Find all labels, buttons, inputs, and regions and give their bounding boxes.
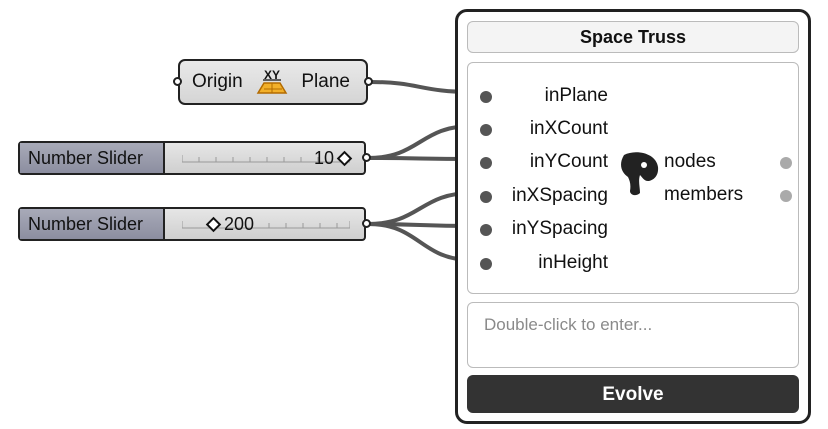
- output-grip[interactable]: [780, 157, 792, 169]
- code-input-box[interactable]: Double-click to enter...: [467, 302, 799, 368]
- plane-output-label: Plane: [301, 71, 350, 92]
- input-param-inycount[interactable]: inYCount: [468, 147, 608, 177]
- slider-handle-icon[interactable]: [205, 216, 222, 232]
- input-placeholder: Double-click to enter...: [484, 315, 653, 334]
- input-label: inXCount: [529, 118, 608, 139]
- slider-value-text: 200: [224, 214, 255, 234]
- origin-input-label: Origin: [192, 71, 243, 92]
- output-param-nodes[interactable]: nodes: [664, 147, 792, 177]
- input-param-inplane[interactable]: inPlane: [468, 81, 608, 111]
- xy-plane-icon: XY: [256, 68, 288, 94]
- input-param-inxcount[interactable]: inXCount: [468, 114, 608, 144]
- input-label: inPlane: [544, 85, 608, 106]
- xy-plane-component[interactable]: Origin XY Plane: [178, 59, 368, 105]
- input-param-inxspacing[interactable]: inXSpacing: [468, 181, 608, 211]
- slider-value[interactable]: 200: [205, 209, 255, 239]
- slider-label: Number Slider: [20, 209, 165, 239]
- number-slider-spacing[interactable]: Number Slider 200: [18, 207, 366, 241]
- slider-value[interactable]: 10: [314, 143, 353, 173]
- input-label: inYSpacing: [511, 218, 608, 239]
- input-param-inyspacing[interactable]: inYSpacing: [468, 214, 608, 244]
- slider-handle-icon[interactable]: [336, 150, 353, 166]
- number-slider-xcount[interactable]: Number Slider 10: [18, 141, 366, 175]
- slider-2-output-grip[interactable]: [362, 219, 371, 228]
- input-label: inXSpacing: [511, 185, 608, 206]
- evolve-button[interactable]: Evolve: [467, 375, 799, 413]
- slider-label: Number Slider: [20, 143, 165, 173]
- input-label: inHeight: [538, 252, 608, 273]
- component-title: Space Truss: [467, 21, 799, 53]
- origin-input-grip[interactable]: [173, 77, 182, 86]
- output-label: members: [664, 184, 744, 205]
- input-param-inheight[interactable]: inHeight: [468, 248, 608, 278]
- elephant-icon: [621, 152, 659, 196]
- slider-1-output-grip[interactable]: [362, 153, 371, 162]
- input-label: inYCount: [529, 151, 608, 172]
- output-grip[interactable]: [780, 190, 792, 202]
- component-body: inPlane inXCount inYCount inXSpacing inY…: [467, 62, 799, 294]
- output-label: nodes: [664, 151, 716, 172]
- slider-value-text: 10: [314, 148, 335, 168]
- output-param-members[interactable]: members: [664, 180, 792, 210]
- space-truss-component[interactable]: Space Truss inPlane inXCount inYCount in…: [455, 9, 811, 424]
- plane-output-grip[interactable]: [364, 77, 373, 86]
